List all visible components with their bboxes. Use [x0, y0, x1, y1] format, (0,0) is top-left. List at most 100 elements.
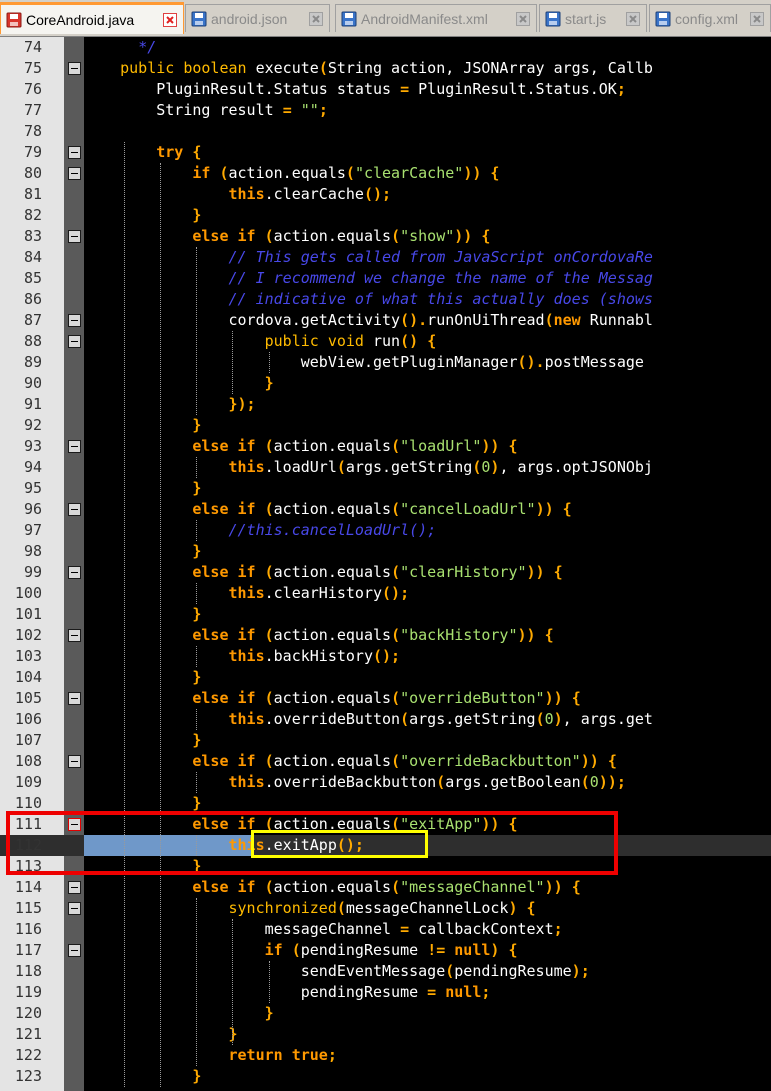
code-line[interactable]: 103 this.backHistory(); — [0, 646, 771, 667]
token-op: } — [192, 1067, 202, 1085]
fold-toggle-icon[interactable] — [68, 902, 81, 915]
code-line[interactable]: 122 return true; — [0, 1045, 771, 1066]
token-str: "overrideButton" — [400, 689, 545, 707]
code-line[interactable]: 76 PluginResult.Status status = PluginRe… — [0, 79, 771, 100]
code-line[interactable]: 109 this.overrideBackbutton(args.getBool… — [0, 772, 771, 793]
code-line[interactable]: 118 sendEventMessage(pendingResume); — [0, 961, 771, 982]
close-icon[interactable] — [750, 11, 764, 26]
code-line[interactable]: 95 } — [0, 478, 771, 499]
code-line[interactable]: 85 // I recommend we change the name of … — [0, 268, 771, 289]
token-op: } — [192, 542, 202, 560]
code-line[interactable]: 111 else if (action.equals("exitApp")) { — [0, 814, 771, 835]
tab-android-json[interactable]: android.json — [185, 4, 330, 32]
fold-toggle-icon[interactable] — [68, 230, 81, 243]
code-line[interactable]: 98 } — [0, 541, 771, 562]
code-editor[interactable]: 74 */75 public boolean execute(String ac… — [0, 37, 771, 1091]
code-line[interactable]: 77 String result = ""; — [0, 100, 771, 121]
tab-start-js[interactable]: start.js — [539, 4, 647, 32]
token-op: } — [192, 479, 202, 497]
code-line[interactable]: 92 } — [0, 415, 771, 436]
code-line[interactable]: 119 pendingResume = null; — [0, 982, 771, 1003]
tab-bar: CoreAndroid.java android.json AndroidManif… — [0, 0, 771, 37]
token-op: { — [526, 899, 536, 917]
code-line[interactable]: 113 } — [0, 856, 771, 877]
code-line[interactable]: 116 messageChannel = callbackContext; — [0, 919, 771, 940]
token-op: ( — [264, 689, 274, 707]
code-text: this.exitApp(); — [84, 835, 364, 856]
fold-toggle-icon[interactable] — [68, 503, 81, 516]
fold-toggle-icon[interactable] — [68, 692, 81, 705]
code-line[interactable]: 112 this.exitApp(); — [0, 835, 771, 856]
tab-coreandroid-java[interactable]: CoreAndroid.java — [0, 2, 184, 34]
fold-toggle-icon[interactable] — [68, 440, 81, 453]
code-line[interactable]: 107 } — [0, 730, 771, 751]
code-line[interactable]: 90 } — [0, 373, 771, 394]
code-line[interactable]: 80 if (action.equals("clearCache")) { — [0, 163, 771, 184]
token-str: "messageChannel" — [400, 878, 545, 896]
close-icon[interactable] — [309, 11, 323, 26]
fold-toggle-icon[interactable] — [68, 146, 81, 159]
fold-toggle-icon[interactable] — [68, 167, 81, 180]
code-line[interactable]: 121 } — [0, 1024, 771, 1045]
token-plain: String action, JSONArray args, Callb — [327, 59, 653, 77]
code-line[interactable]: 84 // This gets called from JavaScript o… — [0, 247, 771, 268]
code-line[interactable]: 104 } — [0, 667, 771, 688]
token-op: { — [607, 752, 617, 770]
code-line[interactable]: 82 } — [0, 205, 771, 226]
code-area[interactable]: 74 */75 public boolean execute(String ac… — [0, 37, 771, 1091]
code-line[interactable]: 108 else if (action.equals("overrideBack… — [0, 751, 771, 772]
code-text: } — [84, 667, 201, 688]
code-line[interactable]: 100 this.clearHistory(); — [0, 583, 771, 604]
tab-androidmanifest-xml[interactable]: AndroidManifest.xml — [335, 4, 537, 32]
close-icon[interactable] — [163, 12, 177, 27]
code-line[interactable]: 94 this.loadUrl(args.getString(0), args.… — [0, 457, 771, 478]
code-line[interactable]: 81 this.clearCache(); — [0, 184, 771, 205]
close-icon[interactable] — [626, 11, 640, 26]
line-number: 93 — [23, 437, 42, 455]
fold-toggle-icon[interactable] — [68, 755, 81, 768]
code-line[interactable]: 88 public void run() { — [0, 331, 771, 352]
close-icon[interactable] — [516, 11, 530, 26]
code-line[interactable]: 86 // indicative of what this actually d… — [0, 289, 771, 310]
code-line[interactable]: 106 this.overrideButton(args.getString(0… — [0, 709, 771, 730]
code-line[interactable]: 117 if (pendingResume != null) { — [0, 940, 771, 961]
code-line[interactable]: 101 } — [0, 604, 771, 625]
token-op: (). — [517, 353, 545, 371]
code-line[interactable]: 115 synchronized(messageChannelLock) { — [0, 898, 771, 919]
code-line[interactable]: 75 public boolean execute(String action,… — [0, 58, 771, 79]
code-line[interactable]: 97 //this.cancelLoadUrl(); — [0, 520, 771, 541]
line-number: 83 — [23, 227, 42, 245]
code-line[interactable]: 83 else if (action.equals("show")) { — [0, 226, 771, 247]
token-op: )) — [544, 689, 563, 707]
code-line[interactable]: 74 */ — [0, 37, 771, 58]
code-line[interactable]: 89 webView.getPluginManager().postMessag… — [0, 352, 771, 373]
fold-toggle-icon[interactable] — [68, 62, 81, 75]
fold-toggle-icon[interactable] — [68, 944, 81, 957]
code-line[interactable]: 120 } — [0, 1003, 771, 1024]
code-line[interactable]: 87 cordova.getActivity().runOnUiThread(n… — [0, 310, 771, 331]
code-line[interactable]: 96 else if (action.equals("cancelLoadUrl… — [0, 499, 771, 520]
fold-toggle-icon[interactable] — [68, 881, 81, 894]
fold-toggle-icon[interactable] — [68, 818, 81, 831]
code-line[interactable]: 105 else if (action.equals("overrideButt… — [0, 688, 771, 709]
code-line[interactable]: 78 — [0, 121, 771, 142]
code-line[interactable]: 79 try { — [0, 142, 771, 163]
code-line[interactable]: 91 }); — [0, 394, 771, 415]
code-line[interactable]: 93 else if (action.equals("loadUrl")) { — [0, 436, 771, 457]
code-line[interactable]: 110 } — [0, 793, 771, 814]
code-line[interactable]: 102 else if (action.equals("backHistory"… — [0, 625, 771, 646]
fold-toggle-icon[interactable] — [68, 629, 81, 642]
fold-toggle-icon[interactable] — [68, 314, 81, 327]
code-line[interactable]: 114 else if (action.equals("messageChann… — [0, 877, 771, 898]
fold-toggle-icon[interactable] — [68, 566, 81, 579]
file-saved-blue-icon — [191, 11, 207, 27]
code-line[interactable]: 99 else if (action.equals("clearHistory"… — [0, 562, 771, 583]
line-number: 95 — [23, 479, 42, 497]
code-line[interactable]: 123 } — [0, 1066, 771, 1087]
fold-toggle-icon[interactable] — [68, 335, 81, 348]
tab-config-xml[interactable]: config.xml — [649, 4, 771, 32]
